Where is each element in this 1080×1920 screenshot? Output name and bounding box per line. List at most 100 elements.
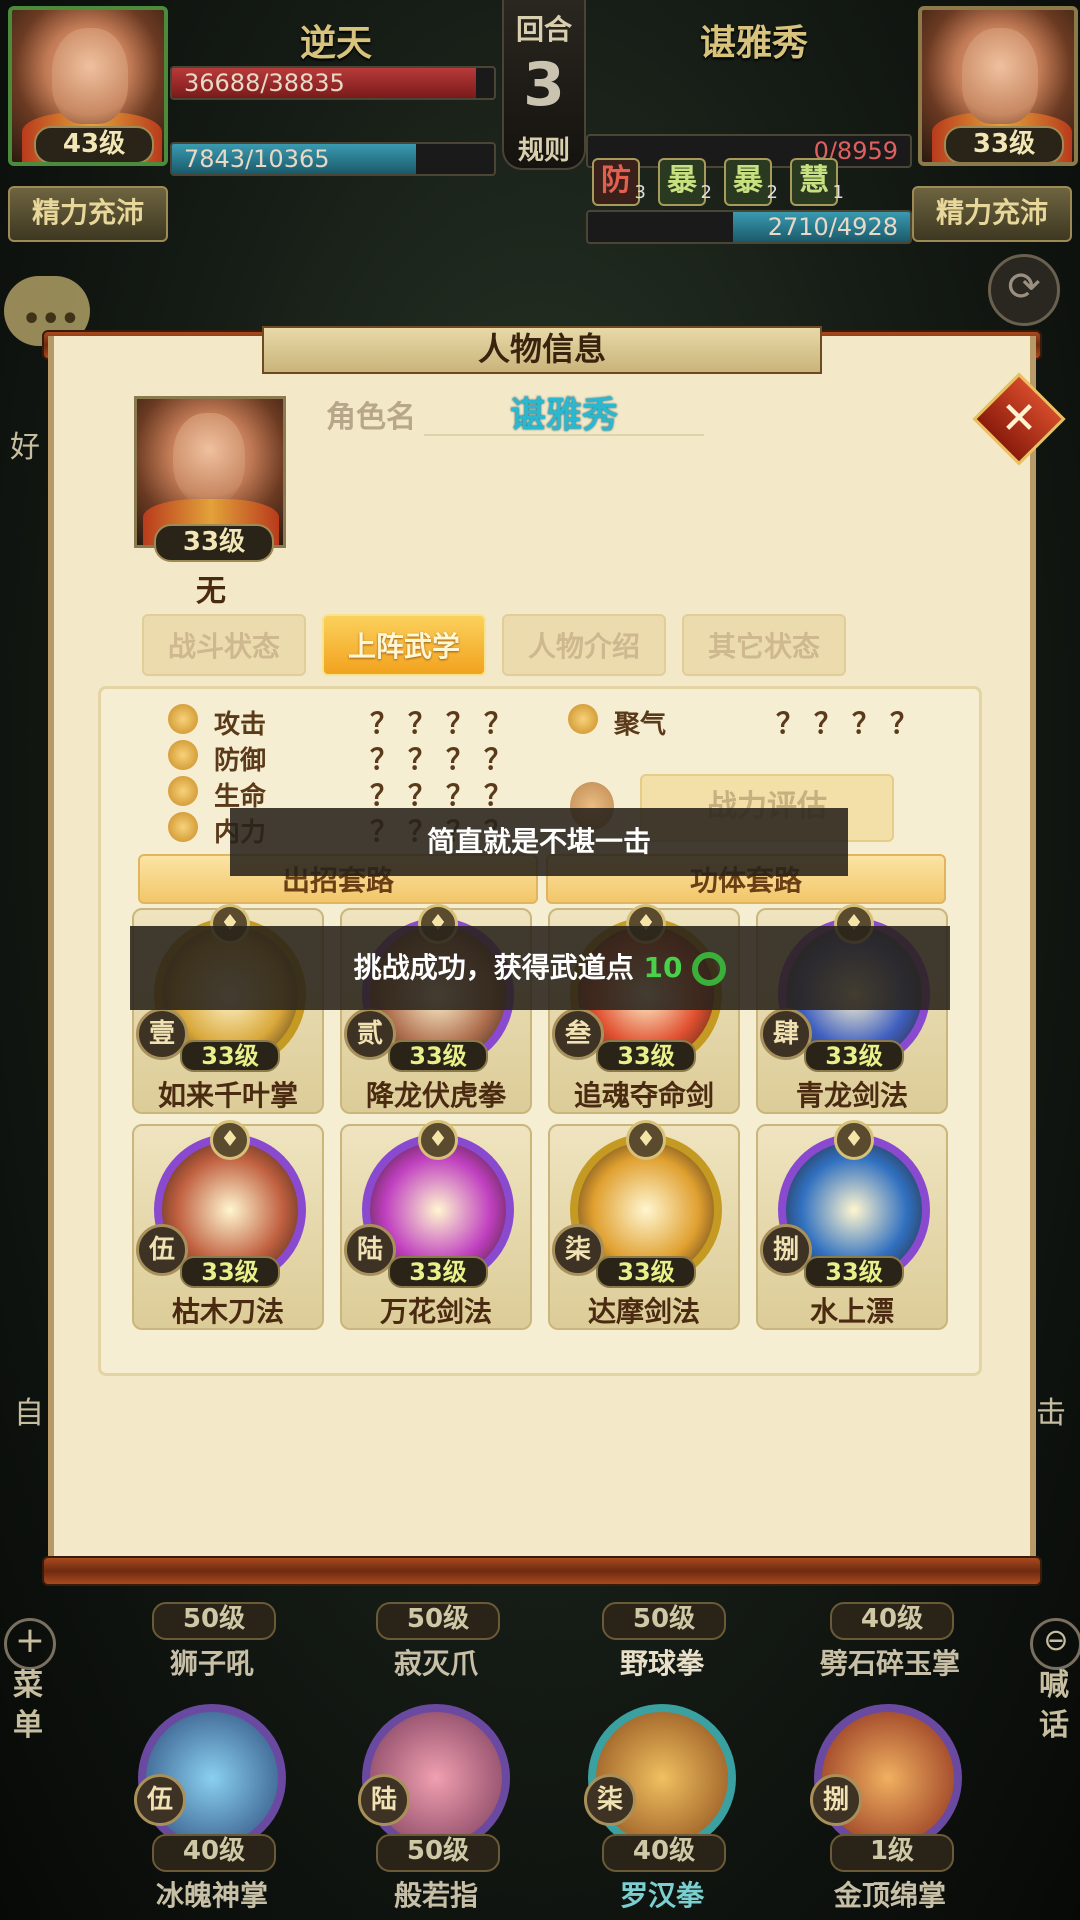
lock-icon: ♦: [210, 1120, 250, 1160]
toast-reward-text: 挑战成功，获得武道点: [353, 951, 634, 984]
bg-skill-slot: 柒: [584, 1774, 636, 1826]
skill-card[interactable]: ♦ 柒 33级 达摩剑法: [548, 1120, 740, 1330]
bg-skill-level: 50级: [376, 1834, 500, 1872]
bg-skill-name[interactable]: 金顶绵掌: [790, 1874, 990, 1914]
right-side-partial-label: 击: [1036, 1396, 1066, 1431]
bg-skill-slot: 陆: [358, 1774, 410, 1826]
role-name-label: 角色名: [326, 400, 416, 435]
buff-defense[interactable]: 防3: [592, 158, 646, 206]
skill-name: 青龙剑法: [795, 1079, 908, 1112]
stat-value: ？？？？: [370, 743, 523, 776]
tab-character-intro[interactable]: 人物介绍: [502, 614, 666, 676]
round-number: 3: [523, 50, 565, 120]
character-sect: 无: [196, 574, 226, 609]
buff-crit-2[interactable]: 暴2: [724, 158, 778, 206]
skill-level: 33级: [180, 1256, 280, 1288]
left-side-partial-label: 好: [10, 430, 40, 465]
skill-name: 水上漂: [809, 1295, 894, 1328]
martial-point-icon: [692, 952, 727, 986]
menu-char: 菜: [13, 1668, 43, 1703]
character-level: 33级: [154, 524, 274, 562]
player-left-hp-text: 36688/38835: [184, 69, 345, 97]
menu-plus-icon[interactable]: +: [4, 1618, 56, 1670]
left-side-partial-label: 自: [14, 1396, 44, 1431]
bg-skill-level: 40级: [830, 1602, 954, 1640]
stat-value: ？？？？: [776, 707, 929, 740]
bg-skill-name[interactable]: 劈石碎玉掌: [790, 1642, 990, 1682]
skill-level: 33级: [388, 1256, 488, 1288]
bg-skill-name[interactable]: 寂灭爪: [336, 1642, 536, 1682]
player-left-level: 43级: [34, 126, 154, 162]
round-panel[interactable]: 回合 3 规则: [502, 0, 586, 170]
life-heart-icon: [168, 776, 198, 806]
stat-value: ？？？？: [370, 707, 523, 740]
player-right-mp-text: 2710/4928: [767, 213, 898, 241]
player-left-status-button[interactable]: 精力充沛: [8, 186, 168, 242]
portrait-face: [52, 28, 128, 124]
buff-glyph: 暴: [667, 163, 697, 198]
buff-glyph: 慧: [799, 163, 829, 198]
bg-skill-name[interactable]: 般若指: [336, 1874, 536, 1914]
buff-count: 3: [634, 182, 646, 203]
portrait-face: [962, 28, 1038, 124]
bg-skill-name[interactable]: 野球拳: [562, 1642, 762, 1682]
skill-name: 追魂夺命剑: [573, 1079, 714, 1112]
toast-message-1: 简直就是不堪一击: [230, 808, 848, 876]
skill-level: 33级: [804, 1040, 904, 1072]
shout-icon[interactable]: ⊖: [1030, 1618, 1080, 1670]
role-name-underline: [424, 434, 704, 436]
refresh-icon[interactable]: ⟳: [988, 254, 1060, 326]
skill-name: 降龙伏虎拳: [365, 1079, 506, 1112]
skill-name: 枯木刀法: [171, 1295, 284, 1328]
shout-button[interactable]: 喊 话: [1032, 1666, 1076, 1746]
player-right-name: 谌雅秀: [700, 23, 809, 64]
bg-skill-name[interactable]: 狮子吼: [112, 1642, 312, 1682]
skill-card[interactable]: ♦ 陆 33级 万花剑法: [340, 1120, 532, 1330]
bg-skill-name[interactable]: 罗汉拳: [562, 1874, 762, 1914]
bg-skill-level: 50级: [376, 1602, 500, 1640]
dialog-title: 人物信息: [262, 326, 822, 374]
gather-qi-icon: [568, 704, 598, 734]
bottom-skill-area: 50级 狮子吼 50级 寂灭爪 50级 野球拳 40级 劈石碎玉掌 伍 陆 柒 …: [0, 1578, 1080, 1920]
skill-level: 33级: [180, 1040, 280, 1072]
tab-other-status[interactable]: 其它状态: [682, 614, 846, 676]
tab-battle-status[interactable]: 战斗状态: [142, 614, 306, 676]
skill-level: 33级: [596, 1256, 696, 1288]
bg-skill-level: 50级: [152, 1602, 276, 1640]
rules-link[interactable]: 规则: [504, 130, 584, 167]
portrait-face: [173, 413, 245, 505]
stat-label: 防御: [214, 746, 267, 776]
skill-card[interactable]: ♦ 捌 33级 水上漂: [756, 1120, 948, 1330]
defense-icon: [168, 740, 198, 770]
bg-skill-slot: 捌: [810, 1774, 862, 1826]
buff-glyph: 暴: [733, 163, 763, 198]
skill-level: 33级: [388, 1040, 488, 1072]
bg-skill-level: 40级: [152, 1834, 276, 1872]
round-label: 回合: [515, 13, 572, 46]
buff-count: 2: [700, 182, 712, 203]
bg-skill-slot: 伍: [134, 1774, 186, 1826]
bg-skill-name[interactable]: 冰魄神掌: [112, 1874, 312, 1914]
skill-name: 万花剑法: [379, 1295, 492, 1328]
attack-icon: [168, 704, 198, 734]
player-left-hp-bar: 36688/38835: [170, 66, 496, 100]
player-left-portrait[interactable]: 43级: [8, 6, 168, 166]
skill-card[interactable]: ♦ 伍 33级 枯木刀法: [132, 1120, 324, 1330]
role-name-value: 谌雅秀: [509, 395, 618, 436]
player-right-portrait[interactable]: 33级: [918, 6, 1078, 166]
scroll-rod-bottom: [42, 1556, 1042, 1586]
player-right-status-button[interactable]: 精力充沛: [912, 186, 1072, 242]
buff-count: 2: [766, 182, 778, 203]
buff-wisdom[interactable]: 慧1: [790, 158, 844, 206]
shout-char: 喊: [1039, 1668, 1069, 1703]
lock-icon: ♦: [418, 1120, 458, 1160]
menu-button[interactable]: 菜 单: [6, 1666, 50, 1746]
buff-crit-1[interactable]: 暴2: [658, 158, 712, 206]
skill-name: 达摩剑法: [587, 1295, 700, 1328]
skill-name: 如来千叶掌: [157, 1079, 298, 1112]
player-left-mp-text: 7843/10365: [184, 145, 330, 173]
menu-char: 单: [13, 1708, 43, 1743]
buff-count: 1: [832, 182, 844, 203]
player-right-mp-bar: 2710/4928: [586, 210, 912, 244]
tab-deployed-skills[interactable]: 上阵武学: [322, 614, 486, 676]
